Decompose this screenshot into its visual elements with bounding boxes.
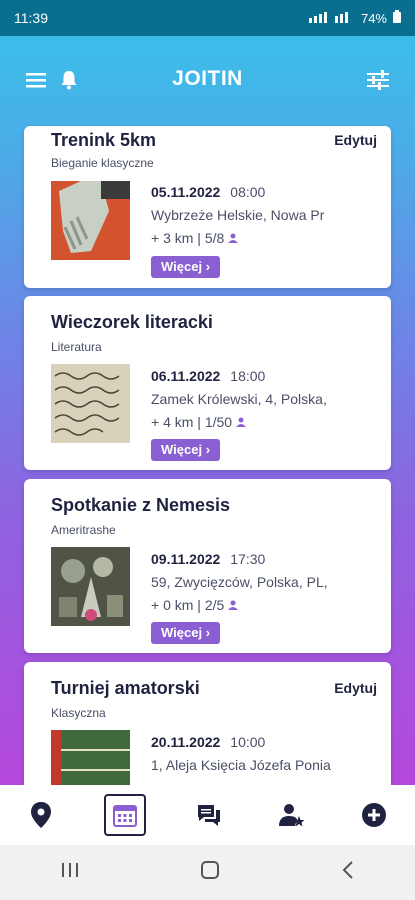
event-category: Klasyczna bbox=[51, 706, 106, 720]
event-category: Ameritrashe bbox=[51, 523, 116, 537]
event-address: Wybrzeże Helskie, Nowa Pr bbox=[151, 207, 325, 223]
event-category: Literatura bbox=[51, 340, 102, 354]
chevron-right-icon: › bbox=[205, 442, 211, 457]
person-icon bbox=[235, 414, 246, 430]
filter-icon[interactable] bbox=[367, 70, 389, 95]
edit-button[interactable]: Edytuj bbox=[334, 680, 377, 696]
event-participants: 5/8 bbox=[204, 230, 225, 246]
event-date: 09.11.2022 17:30 bbox=[151, 551, 265, 567]
menu-icon[interactable] bbox=[26, 72, 46, 93]
event-participants: 1/50 bbox=[204, 414, 233, 430]
event-distance: + 0 km bbox=[151, 597, 194, 613]
more-button[interactable]: Więcej › bbox=[151, 622, 221, 644]
event-title: Turniej amatorski bbox=[51, 678, 200, 698]
event-time: 18:00 bbox=[230, 368, 266, 384]
event-meta: + 4 km | 1/50 bbox=[151, 414, 246, 430]
event-thumbnail bbox=[51, 547, 130, 626]
event-card[interactable]: Wieczorek literacki Literatura 06.11.202… bbox=[24, 296, 391, 470]
person-icon bbox=[228, 597, 239, 613]
system-navigation-bar bbox=[0, 845, 415, 900]
event-thumbnail bbox=[51, 364, 130, 443]
event-distance: + 4 km bbox=[151, 414, 194, 430]
event-address: 1, Aleja Księcia Józefa Ponia bbox=[151, 757, 331, 773]
event-card[interactable]: Spotkanie z Nemesis Ameritrashe 09.11.20… bbox=[24, 479, 391, 653]
calendar-icon[interactable] bbox=[104, 794, 147, 836]
board-game-figures-image bbox=[51, 547, 130, 626]
battery-icon bbox=[393, 10, 401, 26]
chat-icon[interactable] bbox=[190, 796, 228, 834]
event-title: Trenink 5km bbox=[51, 130, 157, 150]
map-pin-icon[interactable] bbox=[22, 796, 60, 834]
add-icon[interactable] bbox=[355, 796, 393, 834]
more-button[interactable]: Więcej › bbox=[151, 256, 221, 278]
status-time: 11:39 bbox=[14, 10, 48, 26]
home-icon[interactable] bbox=[200, 860, 220, 885]
status-bar: 11:39 74% bbox=[0, 0, 415, 36]
running-shoe-image bbox=[51, 181, 130, 260]
top-bar: JOITIN bbox=[0, 36, 415, 122]
event-category: Bieganie klasyczne bbox=[51, 156, 154, 170]
more-button[interactable]: Więcej › bbox=[151, 439, 221, 461]
event-date-value: 05.11.2022 bbox=[151, 184, 221, 200]
bell-icon[interactable] bbox=[60, 70, 78, 95]
edit-button[interactable]: Edytuj bbox=[334, 132, 377, 148]
event-date: 05.11.2022 08:00 bbox=[151, 184, 265, 200]
handwritten-letter-image bbox=[51, 364, 130, 443]
event-time: 10:00 bbox=[230, 734, 266, 750]
battery-level: 74% bbox=[360, 10, 387, 26]
sports-court-image bbox=[51, 730, 130, 785]
bottom-navigation bbox=[0, 785, 415, 845]
user-star-icon[interactable] bbox=[273, 796, 311, 834]
status-icons: 74% bbox=[308, 10, 401, 26]
event-distance: + 3 km bbox=[151, 230, 194, 246]
recent-apps-icon[interactable] bbox=[60, 862, 80, 883]
event-title: Spotkanie z Nemesis bbox=[51, 495, 231, 515]
chevron-right-icon: › bbox=[205, 259, 211, 274]
event-meta: + 3 km | 5/8 bbox=[151, 230, 239, 246]
event-card[interactable]: Trenink 5km Edytuj Bieganie klasyczne 05… bbox=[24, 126, 391, 288]
person-icon bbox=[228, 230, 239, 246]
event-thumbnail bbox=[51, 181, 130, 260]
event-date-value: 06.11.2022 bbox=[151, 368, 221, 384]
back-icon[interactable] bbox=[341, 860, 355, 885]
event-date-value: 20.11.2022 bbox=[151, 734, 221, 750]
event-date: 20.11.2022 10:00 bbox=[151, 734, 265, 750]
event-date-value: 09.11.2022 bbox=[151, 551, 221, 567]
event-time: 17:30 bbox=[230, 551, 266, 567]
event-title: Wieczorek literacki bbox=[51, 312, 213, 332]
event-thumbnail bbox=[51, 730, 130, 785]
event-card[interactable]: Turniej amatorski Edytuj Klasyczna 20.11… bbox=[24, 662, 391, 785]
event-participants: 2/5 bbox=[204, 597, 225, 613]
top-left-actions bbox=[26, 70, 78, 95]
event-time: 08:00 bbox=[230, 184, 266, 200]
event-meta: + 0 km | 2/5 bbox=[151, 597, 239, 613]
event-address: 59, Zwycięzców, Polska, PL, bbox=[151, 574, 328, 590]
signal-icon bbox=[308, 11, 355, 26]
chevron-right-icon: › bbox=[205, 625, 211, 640]
event-date: 06.11.2022 18:00 bbox=[151, 368, 265, 384]
app-title: JOITIN bbox=[172, 67, 243, 90]
event-address: Zamek Królewski, 4, Polska, bbox=[151, 391, 327, 407]
